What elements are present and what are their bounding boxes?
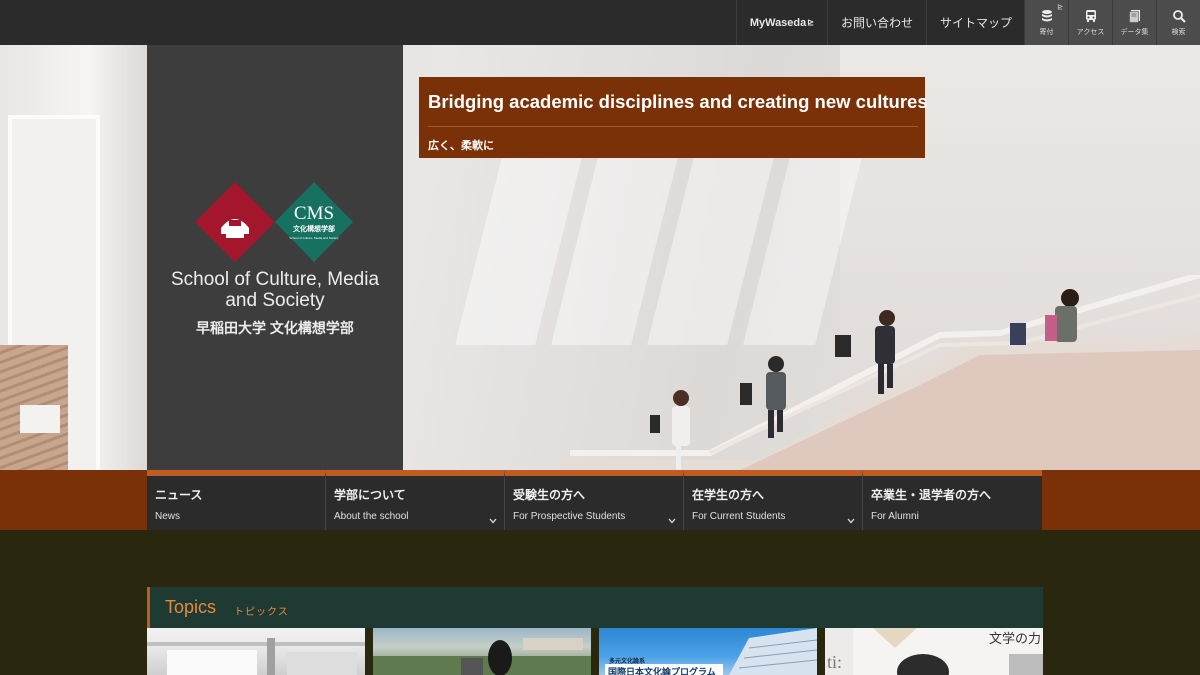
school-name-en: School of Culture, Media and Society bbox=[147, 269, 403, 311]
hero-left-wall bbox=[0, 45, 147, 470]
contact-label: お問い合わせ bbox=[840, 16, 913, 30]
hero-staircase-students bbox=[560, 275, 1200, 470]
school-logo-block[interactable]: CMS 文化構想学部 School of Culture, Media and … bbox=[147, 45, 403, 470]
topics-header: Topics トピックス bbox=[147, 587, 1043, 628]
hero-tagline: Bridging academic disciplines and creati… bbox=[419, 77, 928, 158]
nav-item-current[interactable]: 在学生の方へ For Current Students bbox=[684, 470, 863, 530]
tagline-divider bbox=[428, 126, 918, 127]
search-label: 検索 bbox=[1171, 28, 1186, 36]
topic-card-caption-small: 多元文化論系 bbox=[609, 659, 646, 665]
bus-icon bbox=[1085, 9, 1096, 22]
nav-item-label-ja: 学部について bbox=[334, 488, 406, 502]
access-label: アクセス bbox=[1076, 28, 1105, 36]
sitemap-link[interactable]: サイトマップ bbox=[925, 0, 1025, 45]
search-button[interactable]: 検索 bbox=[1156, 0, 1200, 45]
hero-white-box bbox=[20, 405, 60, 433]
external-link-icon: ⊵ bbox=[1057, 4, 1063, 11]
school-name-ja: 早稲田大学 文化構想学部 bbox=[196, 320, 354, 336]
nav-item-label-ja: 在学生の方へ bbox=[692, 488, 765, 502]
external-link-icon: ⊵ bbox=[807, 18, 814, 27]
topic-card-caption: 国際日本文化論プログラム bbox=[608, 667, 716, 675]
topics-title-en: Topics bbox=[165, 597, 217, 617]
chevron-down-icon bbox=[668, 518, 676, 524]
nav-item-label-en: For Prospective Students bbox=[513, 511, 626, 522]
main-nav: ニュース News 学部について About the school 受験生の方へ… bbox=[147, 470, 1042, 530]
topic-card-image bbox=[373, 638, 591, 675]
tagline-ja: 広く、柔軟に bbox=[428, 140, 494, 152]
svg-text:ti:: ti: bbox=[827, 652, 842, 672]
topic-card[interactable] bbox=[147, 628, 365, 675]
top-icon-buttons: ⊵ 寄付 アクセス データ集 検索 bbox=[1024, 0, 1200, 45]
nav-item-alumni[interactable]: 卒業生・退学者の方へ For Alumni bbox=[863, 470, 1042, 530]
school-name-en-line2: and Society bbox=[225, 290, 325, 311]
nav-item-label-ja: 卒業生・退学者の方へ bbox=[871, 488, 992, 502]
book-icon bbox=[1128, 9, 1140, 23]
donation-button[interactable]: ⊵ 寄付 bbox=[1024, 0, 1068, 45]
nav-item-label-en: News bbox=[155, 511, 181, 522]
donation-label: 寄付 bbox=[1039, 28, 1054, 36]
search-icon bbox=[1172, 9, 1186, 23]
topic-card-caption: 文学の力 bbox=[988, 631, 1041, 646]
chevron-down-icon bbox=[489, 518, 497, 524]
cms-logo-ja: 文化構想学部 bbox=[293, 224, 335, 233]
tagline-en: Bridging academic disciplines and creati… bbox=[428, 91, 928, 112]
nav-item-prospective[interactable]: 受験生の方へ For Prospective Students bbox=[505, 470, 684, 530]
nav-item-about[interactable]: 学部について About the school bbox=[326, 470, 505, 530]
nav-item-label-en: About the school bbox=[334, 511, 409, 522]
school-name-en-line1: School of Culture, Media bbox=[170, 269, 380, 290]
waseda-emblem-icon bbox=[195, 182, 275, 262]
cms-emblem-icon: CMS 文化構想学部 School of Culture, Media and … bbox=[275, 182, 353, 262]
access-button[interactable]: アクセス bbox=[1068, 0, 1112, 45]
donation-icon bbox=[1041, 9, 1052, 21]
topic-card-image bbox=[147, 638, 365, 675]
cms-logo-en: School of Culture, Media and Society bbox=[289, 236, 339, 240]
nav-item-label-en: For Current Students bbox=[692, 511, 786, 522]
topic-card[interactable]: 多元文化論系 国際日本文化論プログラム bbox=[599, 628, 817, 675]
nav-item-news[interactable]: ニュース News bbox=[147, 470, 326, 530]
mywaseda-link[interactable]: MyWaseda ⊵ bbox=[735, 0, 827, 45]
data-book-label: データ集 bbox=[1120, 28, 1149, 36]
nav-item-label-ja: ニュース bbox=[155, 488, 203, 502]
nav-item-label-en: For Alumni bbox=[871, 511, 919, 522]
top-links: MyWaseda ⊵ お問い合わせ サイトマップ bbox=[735, 0, 1025, 45]
topic-card[interactable]: ti: 文学の力 bbox=[825, 628, 1043, 675]
chevron-down-icon bbox=[847, 518, 855, 524]
top-bar: MyWaseda ⊵ お問い合わせ サイトマップ ⊵ 寄付 アクセス データ集 検… bbox=[0, 0, 1200, 45]
cms-logo-text: CMS bbox=[294, 203, 334, 224]
contact-link[interactable]: お問い合わせ bbox=[826, 0, 926, 45]
nav-item-label-ja: 受験生の方へ bbox=[513, 488, 586, 502]
data-book-button[interactable]: データ集 bbox=[1112, 0, 1156, 45]
topic-card[interactable] bbox=[373, 628, 591, 675]
topics-cards: 多元文化論系 国際日本文化論プログラム ti: 文学の力 bbox=[147, 628, 1043, 675]
sitemap-label: サイトマップ bbox=[939, 16, 1012, 30]
school-emblems: CMS 文化構想学部 School of Culture, Media and … bbox=[195, 182, 353, 262]
topics-title-ja: トピックス bbox=[234, 607, 289, 618]
mywaseda-label: MyWaseda bbox=[749, 16, 807, 29]
